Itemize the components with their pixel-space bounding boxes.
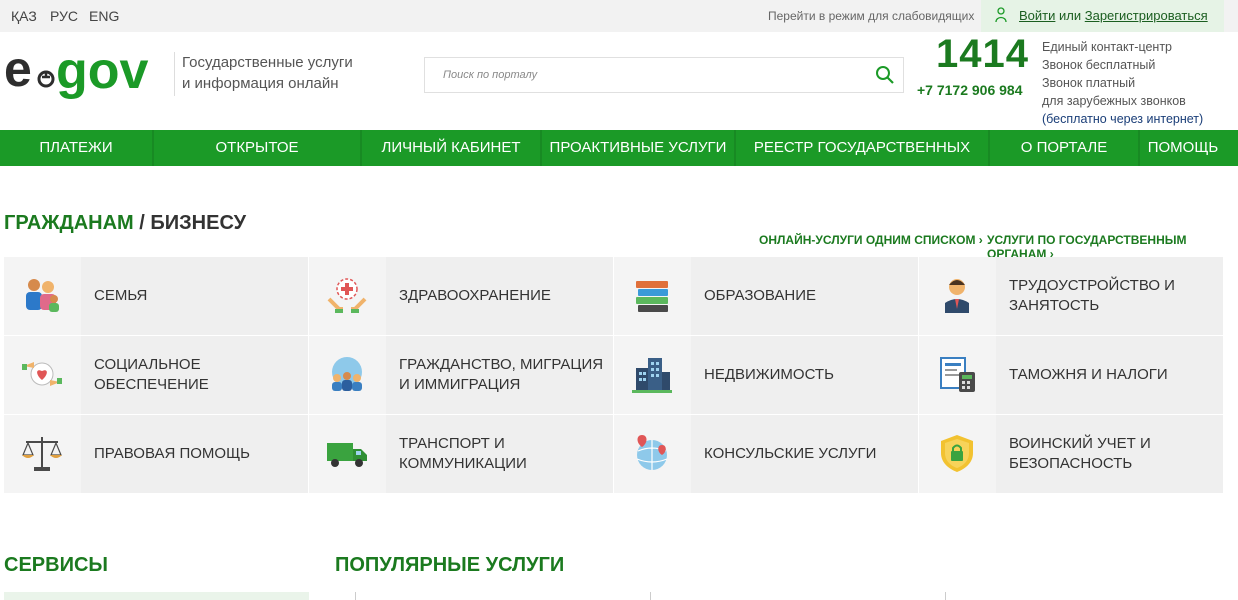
logo-divider bbox=[174, 52, 175, 96]
tile-social-security[interactable]: СОЦИАЛЬНОЕ ОБЕСПЕЧЕНИЕ bbox=[4, 336, 308, 414]
contact-phone-long[interactable]: +7 7172 906 984 bbox=[917, 82, 1023, 98]
globe-people-icon bbox=[332, 357, 362, 391]
services-tools-strip bbox=[4, 592, 309, 600]
shield-lock-icon bbox=[941, 435, 973, 472]
tax-calculator-icon bbox=[940, 357, 975, 392]
vision-mode-link[interactable]: Перейти в режим для слабовидящих bbox=[768, 9, 974, 23]
contact-phone-short[interactable]: 1414 bbox=[936, 32, 1029, 77]
tile-customs-taxes[interactable]: ТАМОЖНЯ И НАЛОГИ bbox=[919, 336, 1223, 414]
tab-business[interactable]: БИЗНЕСУ bbox=[150, 212, 246, 234]
employee-icon bbox=[945, 279, 969, 313]
tile-citizenship[interactable]: ГРАЖДАНСТВО, МИГРАЦИЯ И ИММИГРАЦИЯ bbox=[309, 336, 613, 414]
lang-eng[interactable]: ENG bbox=[89, 8, 119, 24]
tile-education[interactable]: ОБРАЗОВАНИЕ bbox=[614, 257, 918, 335]
nav-open-government[interactable]: ОТКРЫТОЕ ПРАВИТЕЛЬСТВО bbox=[154, 130, 360, 192]
tile-real-estate[interactable]: НЕДВИЖИМОСТЬ bbox=[614, 336, 918, 414]
online-services-list-link[interactable]: ОНЛАЙН-УСЛУГИ ОДНИМ СПИСКОМ › bbox=[759, 233, 983, 247]
truck-icon bbox=[327, 443, 367, 467]
egov-logo[interactable]: e gov bbox=[4, 46, 168, 106]
nav-personal-account[interactable]: ЛИЧНЫЙ КАБИНЕТ bbox=[362, 130, 540, 166]
login-link[interactable]: Войти bbox=[1019, 8, 1055, 23]
tile-family[interactable]: СЕМЬЯ bbox=[4, 257, 308, 335]
svg-text:e: e bbox=[4, 46, 32, 97]
tile-legal-aid[interactable]: ПРАВОВАЯ ПОМОЩЬ bbox=[4, 415, 308, 493]
login-box: Войти или Зарегистрироваться bbox=[981, 0, 1224, 32]
tile-transport[interactable]: ТРАНСПОРТ И КОММУНИКАЦИИ bbox=[309, 415, 613, 493]
site-tagline: Государственные услуги и информация онла… bbox=[182, 54, 353, 92]
free-internet-link[interactable]: (бесплатно через интернет) bbox=[1042, 110, 1203, 128]
healthcare-icon bbox=[327, 278, 367, 313]
tile-healthcare[interactable]: ЗДРАВООХРАНЕНИЕ bbox=[309, 257, 613, 335]
tile-employment[interactable]: ТРУДОУСТРОЙСТВО И ЗАНЯТОСТЬ bbox=[919, 257, 1223, 335]
search-input[interactable]: Поиск по порталу bbox=[424, 57, 904, 93]
contact-info: Единый контакт-центр Звонок бесплатный З… bbox=[1042, 40, 1204, 128]
books-icon bbox=[636, 281, 668, 312]
nav-services-registry[interactable]: РЕЕСТР ГОСУДАРСТВЕННЫХ УСЛУГ bbox=[736, 130, 988, 192]
nav-about[interactable]: О ПОРТАЛЕ bbox=[990, 130, 1138, 166]
user-icon bbox=[995, 7, 1007, 23]
svg-text:gov: gov bbox=[56, 46, 149, 100]
search-placeholder: Поиск по порталу bbox=[443, 69, 538, 81]
lang-rus[interactable]: РУС bbox=[50, 8, 78, 24]
services-grid: СЕМЬЯ ЗДРАВООХРАНЕНИЕ ОБРАЗОВАНИЕ ТРУДОУ… bbox=[4, 257, 1224, 493]
search-icon[interactable] bbox=[875, 65, 895, 85]
services-tools-title: СЕРВИСЫ bbox=[4, 554, 108, 576]
globe-pin-icon bbox=[636, 435, 668, 470]
main-nav: ПЛАТЕЖИ ОТКРЫТОЕ ПРАВИТЕЛЬСТВО ЛИЧНЫЙ КА… bbox=[0, 130, 1238, 192]
register-link[interactable]: Зарегистрироваться bbox=[1085, 8, 1208, 23]
family-icon bbox=[26, 279, 59, 312]
tab-citizens[interactable]: ГРАЖДАНАМ bbox=[4, 212, 134, 234]
tile-military[interactable]: ВОИНСКИЙ УЧЕТ И БЕЗОПАСНОСТЬ bbox=[919, 415, 1223, 493]
services-section-title: ГРАЖДАНАМ / БИЗНЕСУ bbox=[4, 212, 247, 234]
top-bar: ҚАЗ РУС ENG Перейти в режим для слабовид… bbox=[0, 0, 1238, 32]
scales-icon bbox=[22, 437, 62, 471]
popular-services-title: ПОПУЛЯРНЫЕ УСЛУГИ bbox=[335, 554, 565, 576]
tile-consular[interactable]: КОНСУЛЬСКИЕ УСЛУГИ bbox=[614, 415, 918, 493]
nav-proactive-services[interactable]: ПРОАКТИВНЫЕ УСЛУГИ bbox=[542, 130, 734, 166]
social-care-icon bbox=[22, 362, 62, 386]
login-or-text: или bbox=[1059, 8, 1082, 23]
buildings-icon bbox=[632, 358, 672, 393]
nav-payments[interactable]: ПЛАТЕЖИ bbox=[0, 130, 152, 166]
lang-kaz[interactable]: ҚАЗ bbox=[11, 8, 37, 24]
nav-help[interactable]: ПОМОЩЬ bbox=[1140, 130, 1226, 166]
